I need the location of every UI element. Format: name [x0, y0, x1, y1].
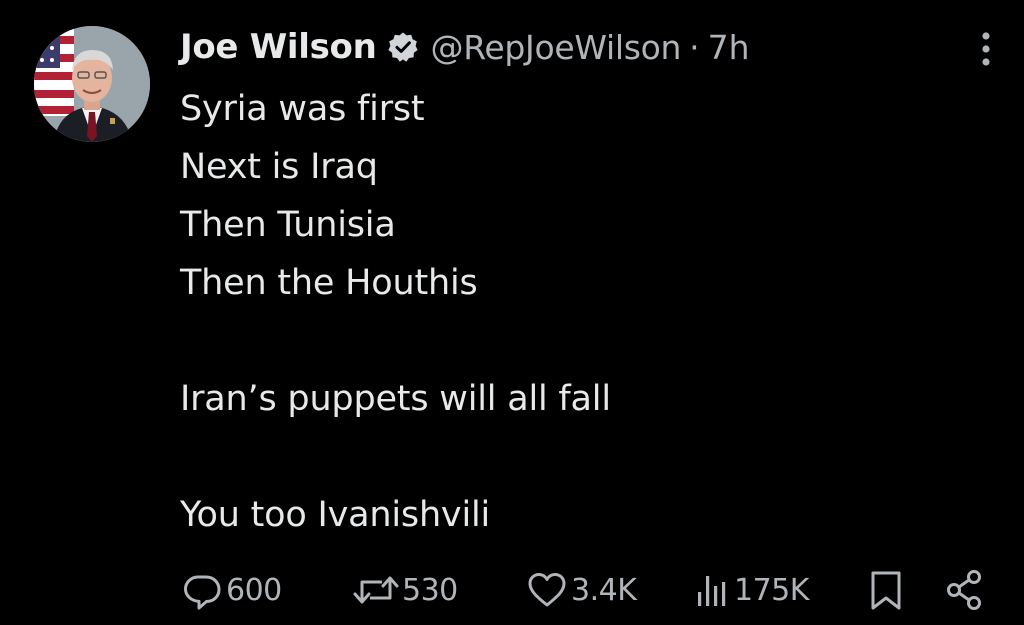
reply-count: 600	[226, 572, 282, 608]
separator: ·	[689, 27, 700, 67]
like-count: 3.4K	[571, 572, 637, 608]
verified-badge-icon[interactable]	[387, 31, 419, 63]
bookmark-icon	[871, 571, 901, 610]
views-count: 175K	[734, 572, 809, 608]
timestamp[interactable]: 7h	[708, 28, 750, 67]
profile-photo	[34, 26, 150, 142]
reply-icon	[184, 575, 221, 610]
more-options-icon[interactable]	[976, 30, 996, 70]
tweet-header: Joe Wilson @RepJoeWilson · 7h	[180, 22, 750, 72]
like-button[interactable]: 3.4K	[525, 566, 637, 614]
repost-count: 530	[402, 572, 458, 608]
tweet-line: You too Ivanishvili	[180, 495, 491, 535]
views-button[interactable]: 175K	[692, 566, 809, 614]
tweet-line: Iran’s puppets will all fall	[180, 379, 611, 419]
tweet-text: Syria was first Next is Iraq Then Tunisi…	[180, 80, 980, 544]
repost-button[interactable]: 530	[352, 566, 458, 614]
tweet-line: Syria was first	[180, 89, 425, 129]
share-icon	[947, 570, 981, 610]
display-name[interactable]: Joe Wilson	[180, 27, 377, 67]
bookmark-button[interactable]	[866, 566, 906, 614]
reply-button[interactable]: 600	[180, 566, 282, 614]
tweet[interactable]: Joe Wilson @RepJoeWilson · 7h Syria was …	[0, 0, 1024, 625]
share-button[interactable]	[942, 566, 986, 614]
repost-icon	[353, 576, 399, 604]
handle[interactable]: @RepJoeWilson	[431, 28, 682, 67]
tweet-line: Next is Iraq	[180, 147, 378, 187]
heart-icon	[528, 573, 566, 607]
tweet-line: Then Tunisia	[180, 205, 396, 245]
tweet-line: Then the Houthis	[180, 263, 478, 303]
action-bar: 600 530 3.4K 175K	[180, 566, 1000, 614]
avatar[interactable]	[34, 26, 150, 142]
views-icon	[698, 576, 726, 606]
